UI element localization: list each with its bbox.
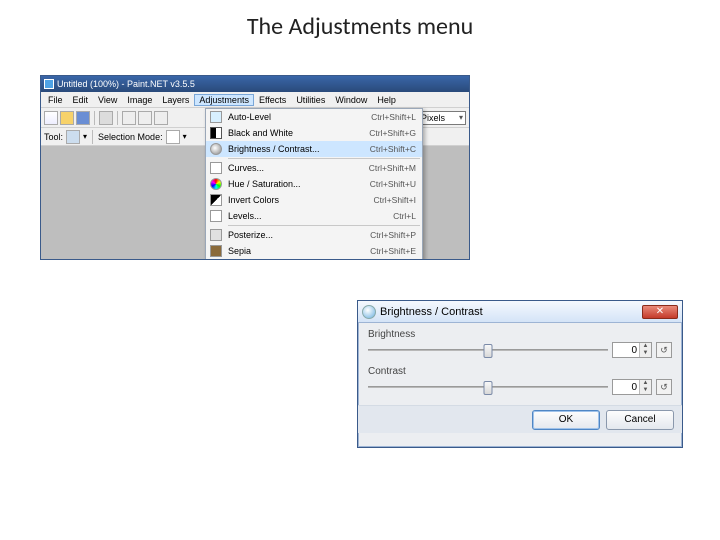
menu-item-label: Hue / Saturation...: [226, 179, 370, 189]
menu-item-invert-colors[interactable]: Invert ColorsCtrl+Shift+I: [206, 192, 422, 208]
menu-item-auto-level[interactable]: Auto-LevelCtrl+Shift+L: [206, 109, 422, 125]
print-icon[interactable]: [99, 111, 113, 125]
menu-item-label: Curves...: [226, 163, 369, 173]
brightness-contrast-dialog: Brightness / Contrast ✕ Brightness 0 ▲▼ …: [357, 300, 683, 448]
menu-item-hue-saturation[interactable]: Hue / Saturation...Ctrl+Shift+U: [206, 176, 422, 192]
contrast-slider-thumb[interactable]: [484, 381, 493, 395]
brightness-reset-button[interactable]: ↺: [656, 342, 672, 358]
selmode-replace-icon[interactable]: [166, 130, 180, 144]
menu-item-label: Brightness / Contrast...: [226, 144, 370, 154]
spinner-down-icon[interactable]: ▼: [639, 387, 651, 394]
sepia-icon: [210, 245, 222, 257]
menu-layers[interactable]: Layers: [157, 95, 194, 105]
spinner-up-icon[interactable]: ▲: [639, 343, 651, 350]
menu-item-label: Black and White: [226, 128, 369, 138]
new-icon[interactable]: [44, 111, 58, 125]
spinner-up-icon[interactable]: ▲: [639, 380, 651, 387]
selection-mode-label: Selection Mode:: [98, 132, 163, 142]
menu-adjustments[interactable]: Adjustments: [194, 94, 254, 106]
units-select[interactable]: Pixels: [418, 111, 466, 125]
ok-button[interactable]: OK: [532, 410, 600, 430]
menu-effects[interactable]: Effects: [254, 95, 291, 105]
dialog-title-text: Brightness / Contrast: [380, 306, 483, 318]
dialog-app-icon: [362, 305, 376, 319]
save-icon[interactable]: [76, 111, 90, 125]
dialog-footer: OK Cancel: [358, 405, 682, 433]
menu-item-label: Auto-Level: [226, 112, 371, 122]
contrast-spinner[interactable]: 0 ▲▼: [612, 379, 652, 395]
menu-edit[interactable]: Edit: [68, 95, 94, 105]
tool-picker-icon[interactable]: [66, 130, 80, 144]
menu-item-label: Invert Colors: [226, 195, 373, 205]
toolbar-separator: [94, 111, 95, 125]
menu-file[interactable]: File: [43, 95, 68, 105]
menu-item-brightness-contrast[interactable]: Brightness / Contrast...Ctrl+Shift+C: [206, 141, 422, 157]
menu-separator: [228, 225, 420, 226]
menu-help[interactable]: Help: [372, 95, 401, 105]
menu-item-accelerator: Ctrl+Shift+E: [370, 246, 416, 256]
menu-item-accelerator: Ctrl+Shift+G: [369, 128, 416, 138]
menu-item-accelerator: Ctrl+Shift+M: [369, 163, 416, 173]
dialog-titlebar: Brightness / Contrast ✕: [358, 301, 682, 323]
menu-item-curves[interactable]: Curves...Ctrl+Shift+M: [206, 160, 422, 176]
paintnet-app-icon: [44, 79, 54, 89]
menu-item-accelerator: Ctrl+Shift+C: [370, 144, 416, 154]
menu-item-posterize[interactable]: Posterize...Ctrl+Shift+P: [206, 227, 422, 243]
menu-window[interactable]: Window: [330, 95, 372, 105]
poster-icon: [210, 229, 222, 241]
spinner-down-icon[interactable]: ▼: [639, 350, 651, 357]
invert-icon: [210, 194, 222, 206]
menu-item-levels[interactable]: Levels...Ctrl+L: [206, 208, 422, 224]
brightness-slider-thumb[interactable]: [484, 344, 493, 358]
menu-item-accelerator: Ctrl+L: [393, 211, 416, 221]
paste-icon[interactable]: [154, 111, 168, 125]
menu-item-accelerator: Ctrl+Shift+U: [370, 179, 416, 189]
open-icon[interactable]: [60, 111, 74, 125]
menu-item-label: Levels...: [226, 211, 393, 221]
menu-item-sepia[interactable]: SepiaCtrl+Shift+E: [206, 243, 422, 259]
tool-label: Tool:: [44, 132, 63, 142]
contrast-value: 0: [613, 382, 639, 393]
contrast-slider[interactable]: [368, 380, 608, 394]
contrast-label: Contrast: [368, 366, 672, 377]
bw-icon: [210, 127, 222, 139]
toolbar-separator: [117, 111, 118, 125]
cancel-button[interactable]: Cancel: [606, 410, 674, 430]
close-button[interactable]: ✕: [642, 305, 678, 319]
levels-icon: [210, 210, 222, 222]
contrast-reset-button[interactable]: ↺: [656, 379, 672, 395]
brightness-value: 0: [613, 345, 639, 356]
brightness-slider[interactable]: [368, 343, 608, 357]
brightness-label: Brightness: [368, 329, 672, 340]
menu-item-label: Sepia: [226, 246, 370, 256]
curves-icon: [210, 162, 222, 174]
bc-icon: [210, 143, 222, 155]
hue-icon: [210, 178, 222, 190]
menubar: File Edit View Image Layers Adjustments …: [41, 92, 469, 108]
paintnet-window: Untitled (100%) - Paint.NET v3.5.5 File …: [40, 75, 470, 260]
copy-icon[interactable]: [138, 111, 152, 125]
menu-image[interactable]: Image: [122, 95, 157, 105]
menu-item-accelerator: Ctrl+Shift+P: [370, 230, 416, 240]
menu-utilities[interactable]: Utilities: [291, 95, 330, 105]
cut-icon[interactable]: [122, 111, 136, 125]
menu-separator: [228, 158, 420, 159]
auto-icon: [210, 111, 222, 123]
slide-title: The Adjustments menu: [0, 12, 720, 41]
menu-item-label: Posterize...: [226, 230, 370, 240]
adjustments-dropdown: Auto-LevelCtrl+Shift+LBlack and WhiteCtr…: [205, 108, 423, 260]
brightness-spinner[interactable]: 0 ▲▼: [612, 342, 652, 358]
window-titlebar: Untitled (100%) - Paint.NET v3.5.5: [41, 76, 469, 92]
toolbar-separator: [92, 130, 93, 144]
window-title-text: Untitled (100%) - Paint.NET v3.5.5: [57, 79, 195, 89]
menu-view[interactable]: View: [93, 95, 122, 105]
menu-item-black-and-white[interactable]: Black and WhiteCtrl+Shift+G: [206, 125, 422, 141]
menu-item-accelerator: Ctrl+Shift+I: [373, 195, 416, 205]
menu-item-accelerator: Ctrl+Shift+L: [371, 112, 416, 122]
